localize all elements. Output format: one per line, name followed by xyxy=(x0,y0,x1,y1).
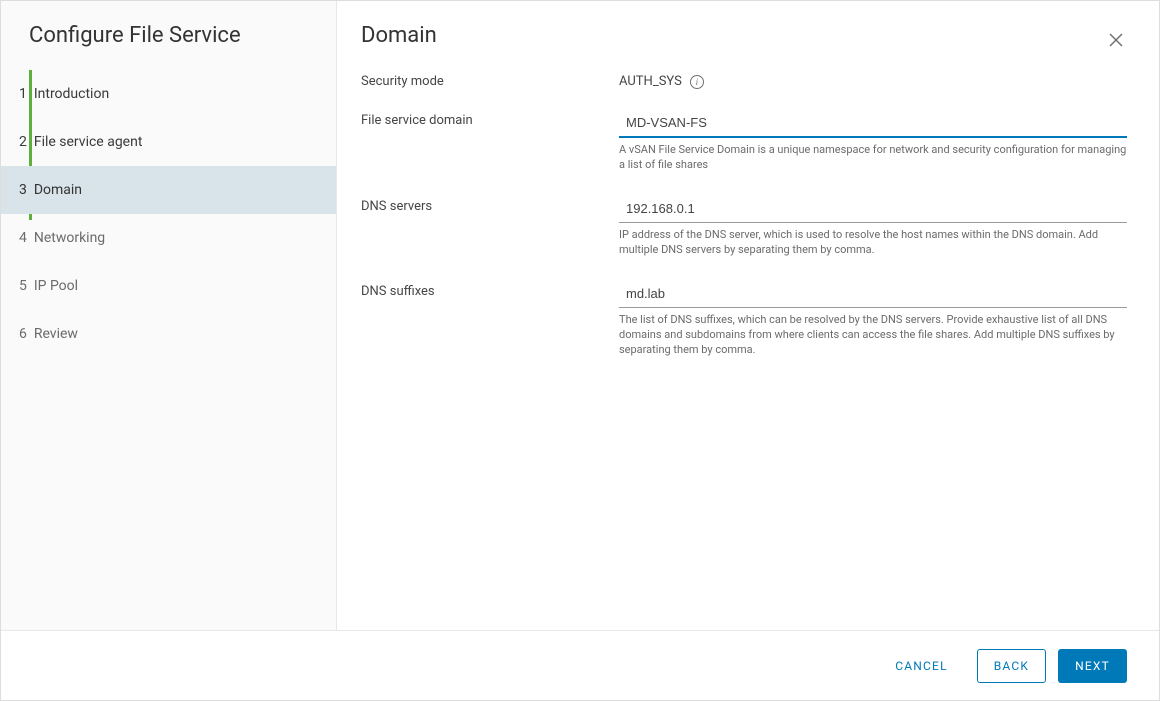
dns-suffixes-help: The list of DNS suffixes, which can be r… xyxy=(619,308,1127,376)
step-number: 1 xyxy=(19,86,27,102)
step-number: 6 xyxy=(19,326,27,342)
configure-file-service-dialog: Configure File Service 1 Introduction 2 … xyxy=(0,0,1160,701)
step-file-service-agent[interactable]: 2 File service agent xyxy=(1,118,336,166)
sidebar-title: Configure File Service xyxy=(1,23,336,70)
dialog-body: Configure File Service 1 Introduction 2 … xyxy=(1,1,1159,630)
wizard-content: Domain Security mode AUTH_SYS i File ser… xyxy=(337,1,1159,630)
step-ip-pool[interactable]: 5 IP Pool xyxy=(1,262,336,310)
file-service-domain-label: File service domain xyxy=(361,109,619,128)
step-label: Domain xyxy=(34,182,82,198)
close-icon xyxy=(1109,33,1123,47)
dns-suffixes-input[interactable] xyxy=(619,280,1127,308)
step-domain[interactable]: 3 Domain xyxy=(1,166,336,214)
file-service-domain-row: File service domain A vSAN File Service … xyxy=(361,109,1127,191)
step-review[interactable]: 6 Review xyxy=(1,310,336,358)
step-label: Review xyxy=(34,326,78,342)
close-button[interactable] xyxy=(1105,27,1127,56)
next-button[interactable]: NEXT xyxy=(1058,649,1127,683)
step-introduction[interactable]: 1 Introduction xyxy=(1,70,336,118)
dns-suffixes-label: DNS suffixes xyxy=(361,280,619,299)
dns-servers-label: DNS servers xyxy=(361,195,619,214)
file-service-domain-help: A vSAN File Service Domain is a unique n… xyxy=(619,138,1127,191)
security-mode-value: AUTH_SYS xyxy=(619,74,682,89)
page-title: Domain xyxy=(361,23,437,48)
dns-servers-row: DNS servers IP address of the DNS server… xyxy=(361,195,1127,276)
step-label: Networking xyxy=(34,230,105,246)
step-label: IP Pool xyxy=(34,278,78,294)
step-number: 2 xyxy=(19,134,27,150)
file-service-domain-input[interactable] xyxy=(619,109,1127,138)
dns-suffixes-row: DNS suffixes The list of DNS suffixes, w… xyxy=(361,280,1127,376)
step-label: File service agent xyxy=(34,134,143,150)
step-networking[interactable]: 4 Networking xyxy=(1,214,336,262)
step-label: Introduction xyxy=(34,86,109,102)
step-number: 3 xyxy=(19,182,27,198)
security-mode-row: Security mode AUTH_SYS i xyxy=(361,70,1127,93)
step-number: 4 xyxy=(19,230,27,246)
security-mode-label: Security mode xyxy=(361,70,619,89)
step-number: 5 xyxy=(19,278,27,294)
dns-servers-input[interactable] xyxy=(619,195,1127,223)
wizard-footer: CANCEL BACK NEXT xyxy=(1,630,1159,700)
info-icon[interactable]: i xyxy=(690,75,704,89)
dns-servers-help: IP address of the DNS server, which is u… xyxy=(619,223,1127,276)
cancel-button[interactable]: CANCEL xyxy=(878,649,965,683)
back-button[interactable]: BACK xyxy=(977,649,1046,683)
wizard-sidebar: Configure File Service 1 Introduction 2 … xyxy=(1,1,337,630)
